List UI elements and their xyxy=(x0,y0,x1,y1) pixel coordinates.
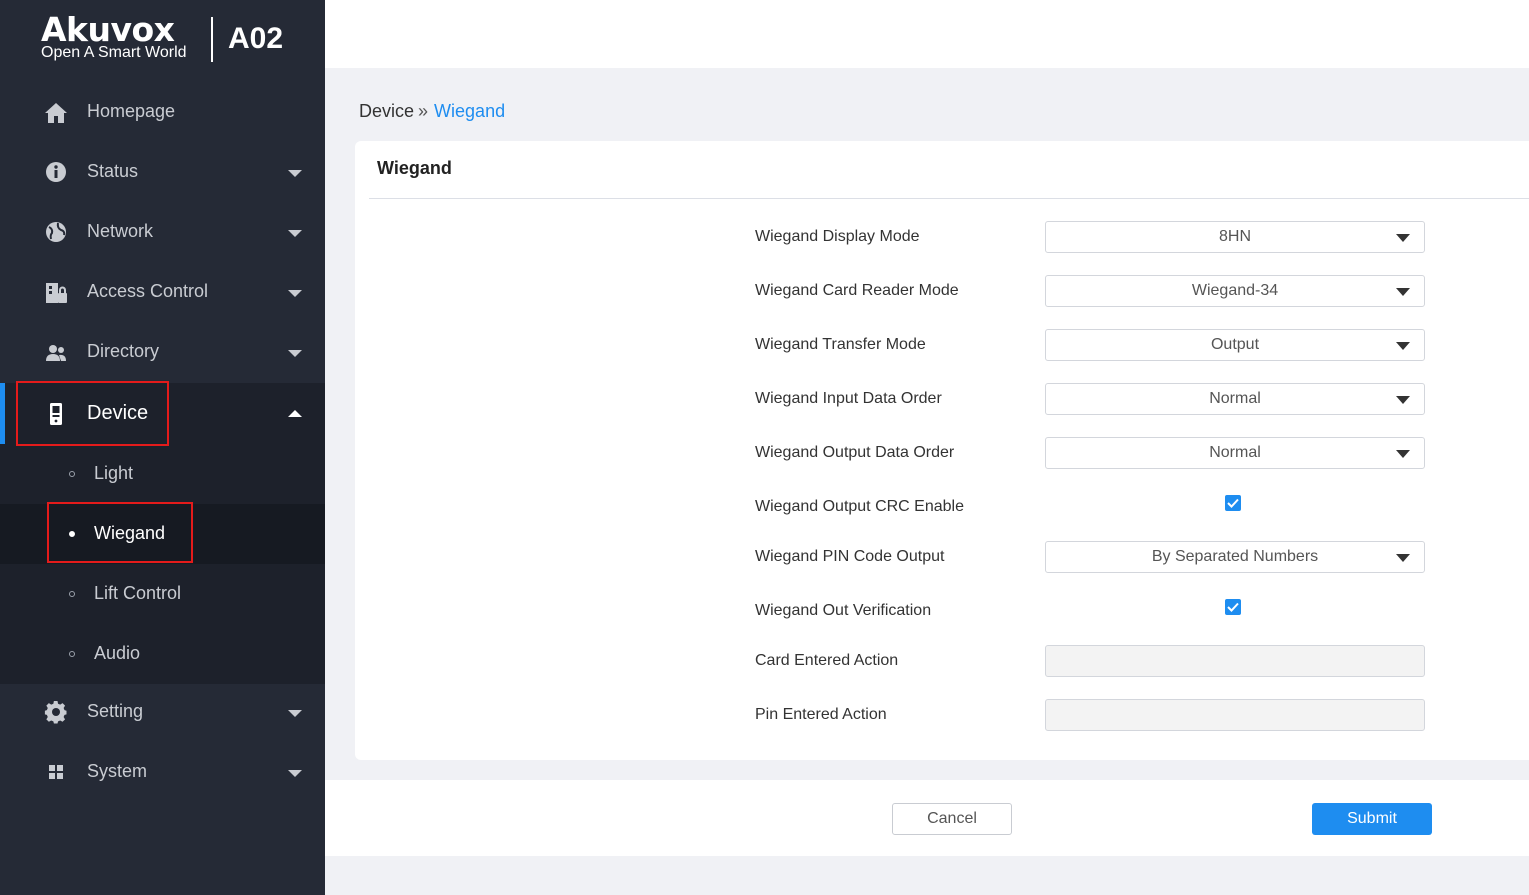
transfer-mode-select[interactable]: Output xyxy=(1045,329,1425,361)
sidebar: Akuvox Open A Smart World A02 Homepage S… xyxy=(0,0,325,895)
checkmark-icon xyxy=(1227,498,1239,508)
submenu-item-audio[interactable]: Audio xyxy=(0,624,325,684)
sidebar-item-directory[interactable]: Directory xyxy=(0,323,325,383)
system-grid-icon xyxy=(49,765,63,779)
input-data-order-label: Wiegand Input Data Order xyxy=(755,390,942,407)
chevron-up-icon xyxy=(288,410,302,417)
select-value: Normal xyxy=(1209,444,1261,461)
pin-code-output-label: Wiegand PIN Code Output xyxy=(755,548,945,565)
card-reader-mode-select[interactable]: Wiegand-34 xyxy=(1045,275,1425,307)
output-data-order-select[interactable]: Normal xyxy=(1045,437,1425,469)
select-value: 8HN xyxy=(1218,228,1251,245)
breadcrumb-parent[interactable]: Device xyxy=(359,101,414,121)
input-data-order-select[interactable]: Normal xyxy=(1045,383,1425,415)
access-control-icon xyxy=(46,283,67,303)
checkmark-icon xyxy=(1227,602,1239,612)
chevron-down-icon xyxy=(288,710,302,717)
highlight-box-device xyxy=(16,381,169,446)
card-reader-mode-label: Wiegand Card Reader Mode xyxy=(755,282,959,299)
gear-icon xyxy=(44,701,67,724)
active-indicator xyxy=(0,383,5,444)
chevron-down-icon xyxy=(1396,342,1410,350)
bullet-icon xyxy=(69,651,75,657)
display-mode-select[interactable]: 8HN xyxy=(1045,221,1425,253)
chevron-down-icon xyxy=(288,350,302,357)
network-globe-icon xyxy=(46,222,66,242)
card-entered-action-input[interactable] xyxy=(1045,645,1425,677)
pin-code-output-select[interactable]: By Separated Numbers xyxy=(1045,541,1425,573)
breadcrumb: Device» Wiegand xyxy=(359,101,505,122)
chevron-down-icon xyxy=(1396,234,1410,242)
breadcrumb-separator: » xyxy=(418,101,429,121)
contacts-icon xyxy=(46,345,66,361)
chevron-down-icon xyxy=(288,230,302,237)
card-entered-action-label: Card Entered Action xyxy=(755,652,899,669)
submenu-item-label: Lift Control xyxy=(94,583,182,603)
device-model: A02 xyxy=(228,22,284,55)
chevron-down-icon xyxy=(288,290,302,297)
sidebar-item-status[interactable]: Status xyxy=(0,143,325,203)
out-verification-checkbox[interactable] xyxy=(1225,599,1241,615)
card-title: Wiegand xyxy=(377,158,452,178)
output-crc-enable-label: Wiegand Output CRC Enable xyxy=(755,498,964,515)
submenu-item-light[interactable]: Light xyxy=(0,444,325,504)
submit-button[interactable]: Submit xyxy=(1312,803,1432,835)
sidebar-item-system[interactable]: System xyxy=(0,743,325,803)
sidebar-item-label: Directory xyxy=(87,341,160,361)
pin-entered-action-input[interactable] xyxy=(1045,699,1425,731)
sidebar-item-setting[interactable]: Setting xyxy=(0,683,325,743)
chevron-down-icon xyxy=(1396,554,1410,562)
sidebar-item-label: Access Control xyxy=(87,281,209,301)
brand-divider xyxy=(211,17,213,62)
bullet-icon xyxy=(69,591,75,597)
brand-tagline: Open A Smart World xyxy=(41,44,187,61)
select-value: Output xyxy=(1210,336,1260,353)
info-icon xyxy=(46,162,66,182)
submenu-item-lift-control[interactable]: Lift Control xyxy=(0,564,325,624)
output-crc-enable-checkbox[interactable] xyxy=(1225,495,1241,511)
select-value: Normal xyxy=(1209,390,1261,407)
chevron-down-icon xyxy=(288,770,302,777)
chevron-down-icon xyxy=(1396,396,1410,404)
display-mode-label: Wiegand Display Mode xyxy=(755,228,920,245)
highlight-box-wiegand xyxy=(47,502,193,563)
sidebar-item-label: Network xyxy=(87,221,154,241)
submenu-item-label: Audio xyxy=(94,643,141,663)
device-submenu: Light Wiegand Lift Control Audio xyxy=(0,444,325,684)
sidebar-item-label: Setting xyxy=(87,701,144,721)
sidebar-item-label: System xyxy=(87,761,148,781)
breadcrumb-current: Wiegand xyxy=(434,101,506,121)
sidebar-item-access-control[interactable]: Access Control xyxy=(0,263,325,323)
submenu-item-label: Light xyxy=(94,463,134,483)
sidebar-item-homepage[interactable]: Homepage xyxy=(0,83,325,143)
brand-logo: Akuvox Open A Smart World A02 xyxy=(0,0,325,82)
sidebar-item-network[interactable]: Network xyxy=(0,203,325,263)
bullet-icon xyxy=(69,471,75,477)
cancel-button[interactable]: Cancel xyxy=(892,803,1012,835)
sidebar-item-label: Status xyxy=(87,161,139,181)
card-divider xyxy=(369,198,1529,199)
transfer-mode-label: Wiegand Transfer Mode xyxy=(755,336,926,353)
top-header xyxy=(325,0,1529,68)
output-data-order-label: Wiegand Output Data Order xyxy=(755,444,955,461)
home-icon xyxy=(45,103,67,123)
pin-entered-action-label: Pin Entered Action xyxy=(755,706,887,723)
chevron-down-icon xyxy=(288,170,302,177)
select-value: Wiegand-34 xyxy=(1191,282,1279,299)
chevron-down-icon xyxy=(1396,450,1410,458)
out-verification-label: Wiegand Out Verification xyxy=(755,602,932,619)
sidebar-item-label: Homepage xyxy=(87,101,176,121)
chevron-down-icon xyxy=(1396,288,1410,296)
select-value: By Separated Numbers xyxy=(1151,548,1319,565)
